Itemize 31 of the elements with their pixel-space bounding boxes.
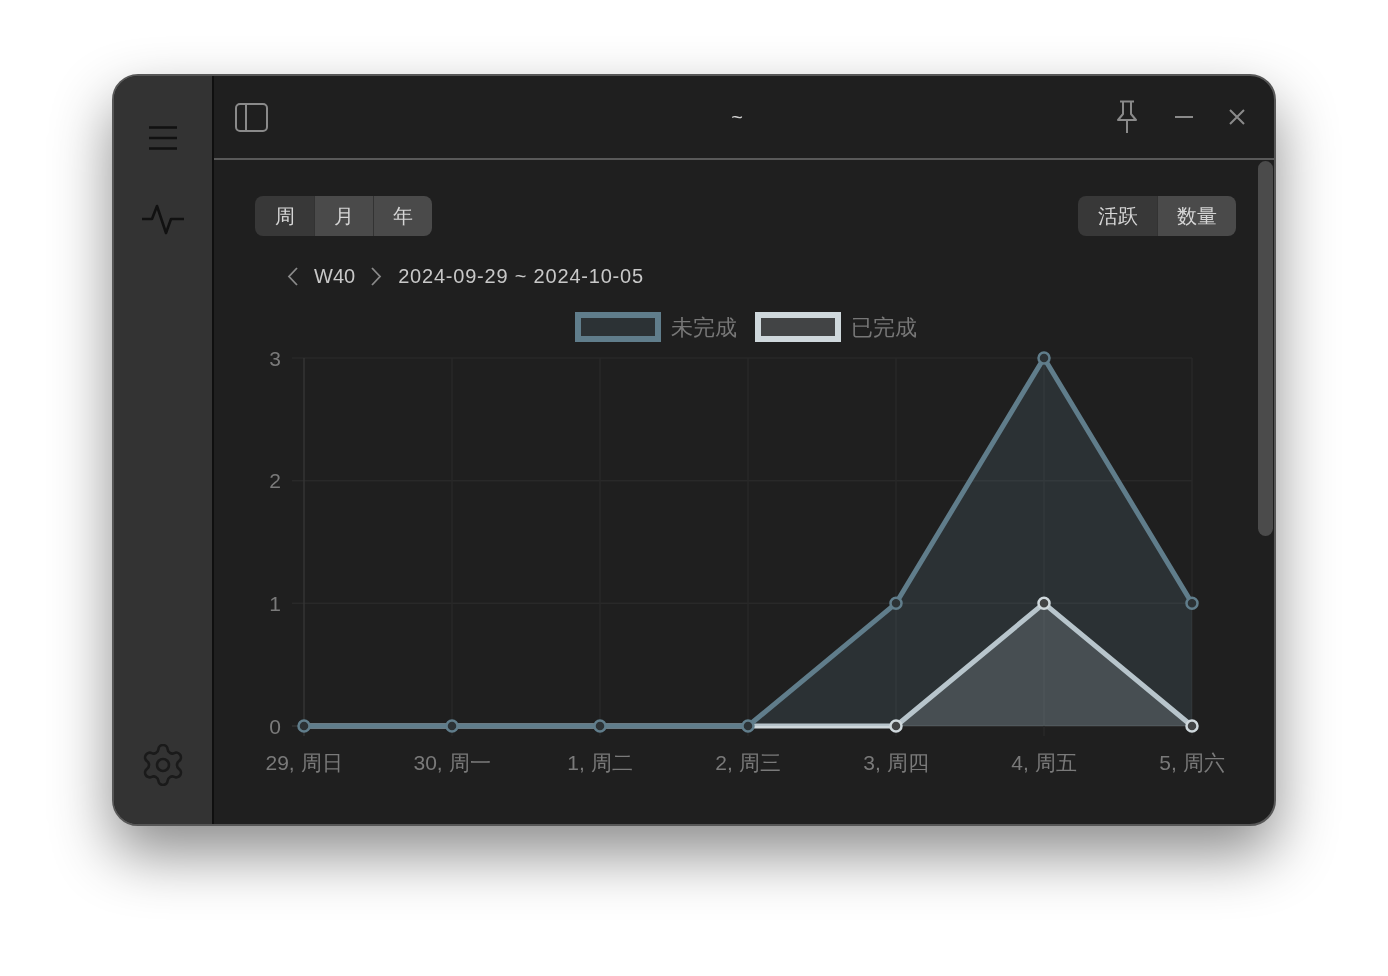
scrollbar-thumb[interactable]	[1258, 161, 1273, 536]
minimize-icon[interactable]	[1175, 115, 1193, 119]
window-title: ~	[731, 105, 743, 130]
week-label: W40	[314, 264, 356, 289]
y-axis-label: 1	[269, 591, 281, 615]
date-range: 2024-09-29 ~ 2024-10-05	[398, 264, 644, 289]
data-point	[1037, 596, 1051, 611]
x-axis-label: 29, 周日	[265, 750, 343, 774]
data-point	[1185, 719, 1199, 733]
x-axis-label: 30, 周一	[413, 750, 491, 774]
chevron-right-icon[interactable]	[371, 266, 383, 286]
segment-tab[interactable]: 周	[255, 196, 314, 236]
segment-tab[interactable]: 数量	[1157, 196, 1236, 236]
segment-tab[interactable]: 活跃	[1078, 196, 1157, 236]
legend-label: 未完成	[670, 313, 737, 342]
y-axis-label: 2	[269, 469, 281, 493]
data-point	[889, 719, 903, 733]
legend-label: 已完成	[850, 313, 917, 342]
y-axis-label: 0	[269, 714, 281, 738]
x-axis-label: 2, 周三	[715, 750, 781, 774]
segment-tab[interactable]: 月	[314, 196, 373, 236]
x-axis-label: 5, 周六	[1159, 750, 1225, 774]
x-axis-label: 3, 周四	[863, 750, 929, 774]
x-axis-label: 1, 周二	[567, 750, 633, 774]
y-axis-label: 3	[269, 346, 281, 370]
x-axis-label: 4, 周五	[1011, 750, 1077, 774]
pin-icon[interactable]	[1115, 100, 1139, 134]
segment-tab[interactable]: 年	[373, 196, 432, 236]
chevron-left-icon[interactable]	[287, 266, 298, 286]
sidebar-toggle-icon[interactable]	[235, 102, 268, 132]
close-icon[interactable]	[1229, 109, 1245, 125]
